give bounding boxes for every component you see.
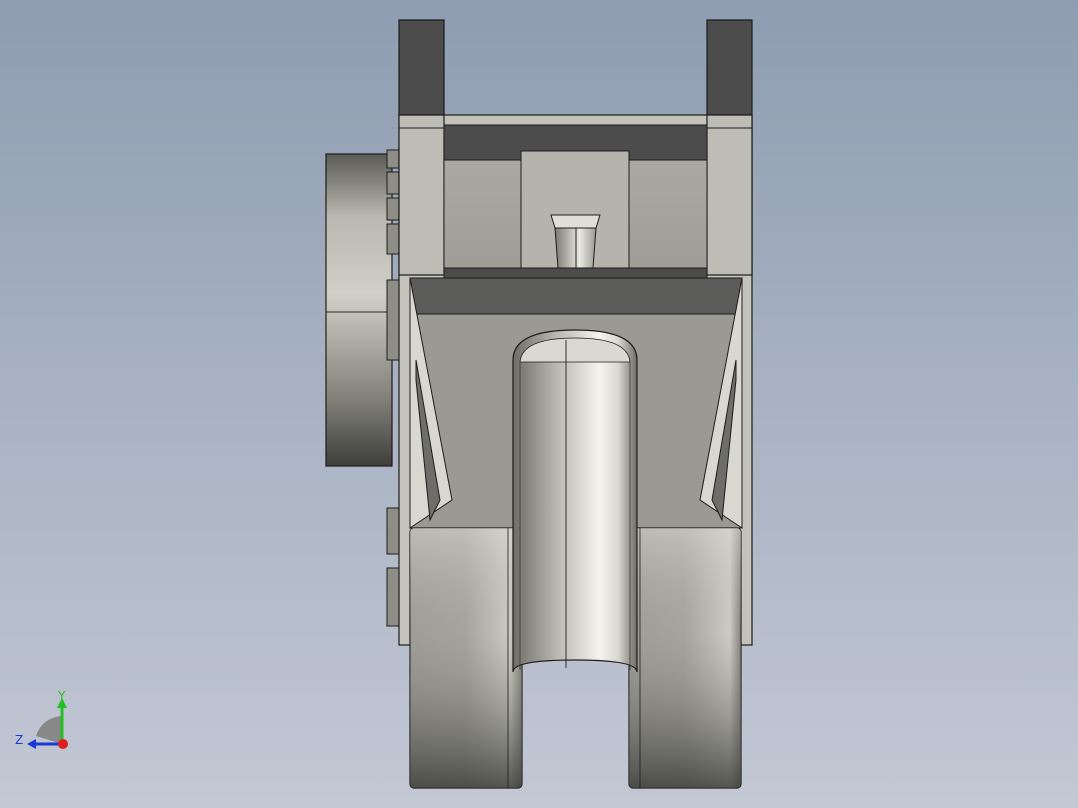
triad-z-arrow-icon	[27, 739, 36, 749]
center-cylinder[interactable]	[512, 329, 638, 673]
graphics-viewport[interactable]: Y Z	[0, 0, 1078, 808]
triad-y-label: Y	[57, 689, 66, 703]
wheel-left[interactable]	[409, 527, 523, 789]
side-drum[interactable]	[325, 153, 393, 467]
wheel-right[interactable]	[628, 527, 742, 789]
model-canvas[interactable]: Y Z	[0, 0, 1078, 808]
triad-z-label: Z	[15, 733, 23, 747]
triad-x-axis-dot	[58, 739, 68, 749]
fork-left[interactable]	[398, 19, 445, 276]
top-pin[interactable]	[550, 214, 601, 269]
view-triad[interactable]: Y Z	[15, 689, 68, 749]
fork-right[interactable]	[706, 19, 753, 276]
